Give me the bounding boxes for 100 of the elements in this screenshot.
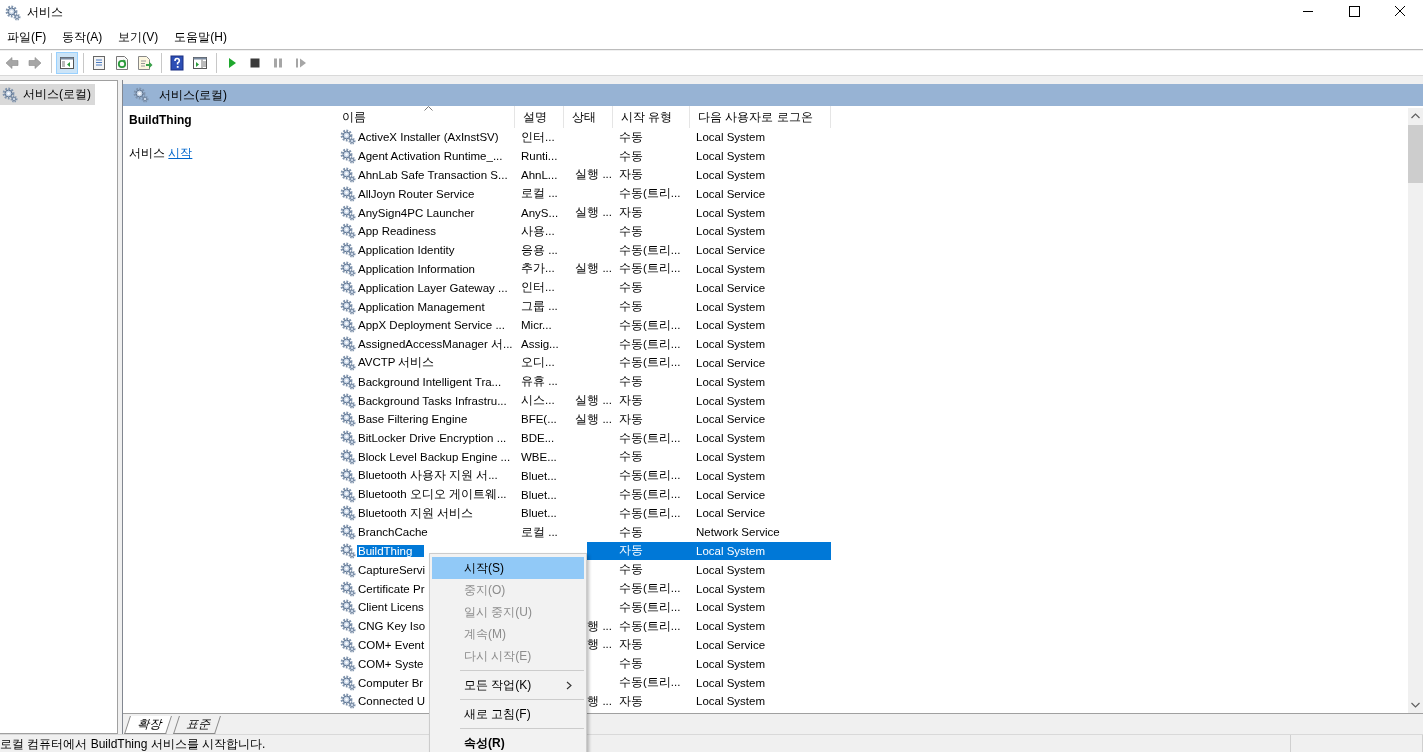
gear-icon <box>340 373 356 390</box>
table-cell[interactable]: Connected U <box>358 695 426 708</box>
column-header[interactable]: 이름 <box>334 106 515 128</box>
menu-item[interactable]: 동작(A) <box>55 28 111 46</box>
table-cell: 로컬 ... <box>521 524 558 540</box>
table-cell[interactable]: AssignedAccessManager 서... <box>358 336 513 352</box>
refresh-icon <box>114 55 130 71</box>
scroll-thumb[interactable] <box>1408 125 1423 183</box>
table-cell[interactable]: Bluetooth 사용자 지원 서... <box>358 468 498 484</box>
table-cell: Local System <box>696 657 766 670</box>
menu-item[interactable]: 도움말(H) <box>167 28 235 46</box>
table-cell: Network Service <box>696 526 780 539</box>
column-header[interactable]: 다음 사용자로 로그온 <box>690 106 831 128</box>
table-cell: 수동(트리... <box>619 618 681 634</box>
table-cell: Local System <box>696 544 766 557</box>
gear-icon <box>340 448 356 465</box>
table-cell[interactable]: Background Tasks Infrastru... <box>358 394 507 407</box>
service-name: BuildThing <box>129 113 193 127</box>
table-cell[interactable]: Application Identity <box>358 244 455 257</box>
export-icon <box>137 55 153 71</box>
table-cell: 수동(트리... <box>619 355 681 371</box>
menu-item[interactable]: 모든 작업(K) <box>432 674 584 696</box>
gear-icon <box>340 148 356 165</box>
gear-icon <box>340 505 356 522</box>
column-header[interactable]: 시작 유형 <box>613 106 690 128</box>
table-cell[interactable]: Background Intelligent Tra... <box>358 375 502 388</box>
table-cell: 실행 ... <box>575 393 612 409</box>
gear-icon <box>340 129 356 146</box>
table-cell: Local Service <box>696 488 766 501</box>
gear-icon <box>340 298 356 315</box>
table-cell[interactable]: CaptureServi <box>358 563 426 576</box>
table-cell: Local Service <box>696 187 766 200</box>
gear-icon <box>340 693 356 710</box>
table-cell[interactable]: COM+ Syste <box>358 657 424 670</box>
table-cell: Local System <box>696 206 766 219</box>
menu-item[interactable]: 새로 고침(F) <box>432 703 584 725</box>
view-tab[interactable]: 확장 <box>124 716 172 734</box>
table-cell: AhnL... <box>521 169 558 181</box>
table-cell[interactable]: Base Filtering Engine <box>358 413 468 426</box>
column-header[interactable]: 설명 <box>515 106 564 128</box>
table-cell: 수동(트리... <box>619 261 681 277</box>
toolbar-button[interactable] <box>56 52 78 74</box>
table-cell[interactable]: Application Information <box>358 262 475 275</box>
table-cell[interactable]: COM+ Event <box>358 638 425 651</box>
table-cell: 추가... <box>521 261 555 277</box>
table-cell[interactable]: AhnLab Safe Transaction S... <box>358 169 508 181</box>
table-cell[interactable]: BranchCache <box>358 526 428 539</box>
table-cell[interactable]: Block Level Backup Engine ... <box>358 450 511 463</box>
gear-icon <box>340 599 356 616</box>
table-cell[interactable]: Client Licens <box>358 601 424 614</box>
table-cell[interactable]: Bluetooth 오디오 게이트웨... <box>358 487 507 503</box>
table-cell: 수동 <box>619 374 643 390</box>
table-cell[interactable]: BitLocker Drive Encryption ... <box>358 432 507 445</box>
gear-icon <box>340 354 356 371</box>
table-cell[interactable]: BuildThing <box>357 544 425 557</box>
table-cell[interactable]: AVCTP 서비스 <box>358 355 435 371</box>
gear-icon <box>340 467 356 484</box>
table-cell: 자동 <box>619 205 643 221</box>
table-cell[interactable]: Application Management <box>358 300 485 313</box>
table-cell[interactable]: Computer Br <box>358 676 424 689</box>
table-cell: 자동 <box>619 167 643 183</box>
table-cell: 수동 <box>619 524 643 540</box>
table-cell: 자동 <box>619 393 643 409</box>
column-header[interactable]: 상태 <box>564 106 613 128</box>
table-cell: 실행 ... <box>575 411 612 427</box>
gear-icon <box>340 486 356 503</box>
table-cell: Local System <box>696 319 766 332</box>
table-cell: BFE(... <box>521 413 557 426</box>
tree-item[interactable]: 서비스(로컬) <box>0 84 95 105</box>
table-cell[interactable]: Application Layer Gateway ... <box>358 281 508 294</box>
table-cell[interactable]: CNG Key Iso <box>358 620 426 633</box>
table-cell: Local System <box>696 695 766 708</box>
table-cell[interactable]: AppX Deployment Service ... <box>358 319 505 332</box>
table-cell[interactable]: Bluetooth 지원 서비스 <box>358 505 473 521</box>
table-cell: 수동 <box>619 280 643 296</box>
table-cell: Local System <box>696 338 766 351</box>
table-cell[interactable]: Certificate Pr <box>358 582 425 595</box>
view-tab[interactable]: 표준 <box>173 716 221 734</box>
table-cell: 행 ... <box>587 618 612 634</box>
menu-item[interactable]: 파일(F) <box>0 28 55 46</box>
menu-item[interactable]: 속성(R) <box>432 732 584 752</box>
table-cell: 행 ... <box>587 693 612 709</box>
table-cell[interactable]: AnySign4PC Launcher <box>358 206 475 219</box>
scrollbar[interactable] <box>1408 108 1423 713</box>
table-cell[interactable]: AllJoyn Router Service <box>358 187 475 200</box>
table-cell: 유휴 ... <box>521 374 558 390</box>
menu-item[interactable]: 시작(S) <box>432 557 584 579</box>
table-cell[interactable]: Agent Activation Runtime_... <box>358 150 503 163</box>
table-cell: Local System <box>696 432 766 445</box>
table-cell[interactable]: App Readiness <box>358 225 436 238</box>
table-cell[interactable]: ActiveX Installer (AxInstSV) <box>358 131 499 144</box>
gear-icon <box>340 336 356 353</box>
menu-item[interactable]: 보기(V) <box>111 28 167 46</box>
gear-icon <box>340 223 356 240</box>
table-cell: Local Service <box>696 356 766 369</box>
start-link[interactable]: 시작 <box>168 146 193 160</box>
table-cell: 행 ... <box>587 637 612 653</box>
table-cell: 로컬 ... <box>521 186 558 202</box>
help-icon <box>169 55 185 71</box>
sort-caret-icon <box>424 106 433 111</box>
